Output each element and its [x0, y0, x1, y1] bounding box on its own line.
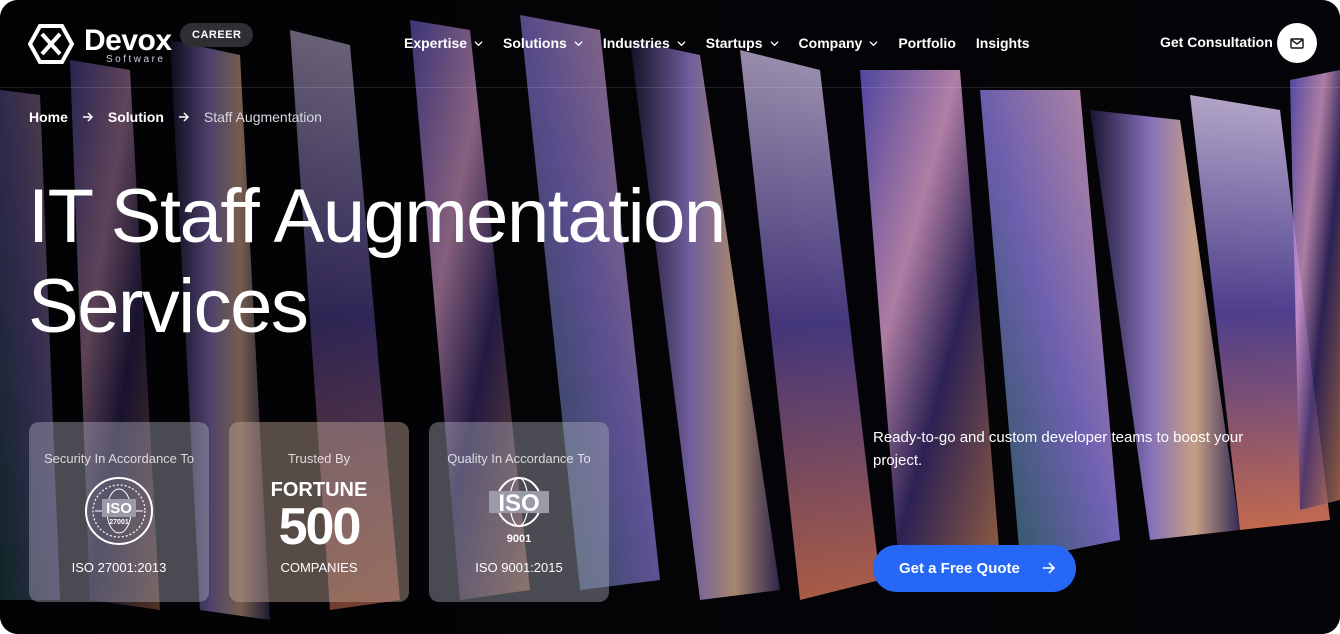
- card-label: ISO 27001:2013: [71, 560, 167, 575]
- mail-icon: [1290, 37, 1304, 49]
- nav-item-industries[interactable]: Industries: [603, 35, 686, 51]
- card-label: ISO 9001:2015: [475, 560, 563, 575]
- card-logo-sub: 27001: [109, 519, 129, 526]
- card-caption: Security In Accordance To: [43, 451, 195, 466]
- nav-item-startups[interactable]: Startups: [706, 35, 779, 51]
- title-line-1: IT Staff Augmentation: [28, 174, 726, 259]
- mail-button[interactable]: [1277, 23, 1317, 63]
- page-title: IT Staff Augmentation Services: [28, 172, 848, 352]
- iso-27001-badge-icon: ISO 27001: [85, 477, 153, 545]
- card-logo-sub: 500: [279, 498, 360, 548]
- logo-sub: Software: [106, 54, 166, 65]
- card-caption: Trusted By: [287, 451, 351, 466]
- fortune-500-logo-icon: FORTUNE 500: [271, 479, 368, 548]
- breadcrumb-current: Staff Augmentation: [203, 109, 322, 125]
- iso-9001-badge-icon: ISO 9001: [489, 477, 549, 545]
- nav-item-solutions[interactable]: Solutions: [503, 35, 583, 51]
- arrow-right-icon: [82, 112, 93, 122]
- arrow-right-icon: [1043, 562, 1056, 574]
- get-consultation-link[interactable]: Get Consultation: [1160, 34, 1273, 50]
- chevron-down-icon: [574, 40, 583, 46]
- chevron-down-icon: [677, 40, 686, 46]
- nav-item-company[interactable]: Company: [799, 35, 879, 51]
- site-header: Devox Software CAREER Expertise Solution…: [0, 0, 1340, 88]
- nav-item-expertise[interactable]: Expertise: [404, 35, 483, 51]
- hero-tagline: Ready-to-go and custom developer teams t…: [873, 429, 1244, 469]
- get-free-quote-button[interactable]: Get a Free Quote: [873, 545, 1076, 592]
- logo-name: Devox: [84, 24, 172, 57]
- main-nav: Expertise Solutions Industries Startups …: [404, 32, 1050, 54]
- devox-logo[interactable]: Devox Software: [28, 22, 176, 66]
- nav-item-portfolio[interactable]: Portfolio: [898, 35, 956, 51]
- card-caption: Quality In Accordance To: [447, 451, 591, 466]
- card-logo-sub: 9001: [507, 533, 531, 545]
- chevron-down-icon: [869, 40, 878, 46]
- breadcrumb: Home Solution Staff Augmentation: [29, 108, 322, 126]
- quote-button-label: Get a Free Quote: [899, 560, 1020, 577]
- career-badge[interactable]: CAREER: [180, 23, 254, 47]
- breadcrumb-home[interactable]: Home: [29, 109, 68, 125]
- card-label: COMPANIES: [280, 560, 358, 575]
- card-logo-text: ISO: [106, 500, 132, 517]
- breadcrumb-solution[interactable]: Solution: [108, 109, 164, 125]
- cert-card-iso9001: Quality In Accordance To ISO 9001 ISO 90…: [429, 422, 609, 602]
- nav-item-insights[interactable]: Insights: [976, 35, 1030, 51]
- header-divider: [0, 87, 1340, 88]
- arrow-right-icon: [178, 112, 189, 122]
- title-line-2: Services: [28, 264, 309, 349]
- chevron-down-icon: [474, 40, 483, 46]
- hero-section: Devox Software CAREER Expertise Solution…: [0, 0, 1340, 634]
- logo-mark-icon: [28, 24, 74, 64]
- chevron-down-icon: [769, 40, 779, 46]
- card-logo-text: ISO: [498, 490, 539, 517]
- trust-card-fortune500: Trusted By FORTUNE 500 COMPANIES: [229, 422, 409, 602]
- cert-card-iso27001: Security In Accordance To ISO 27001 ISO …: [29, 422, 209, 602]
